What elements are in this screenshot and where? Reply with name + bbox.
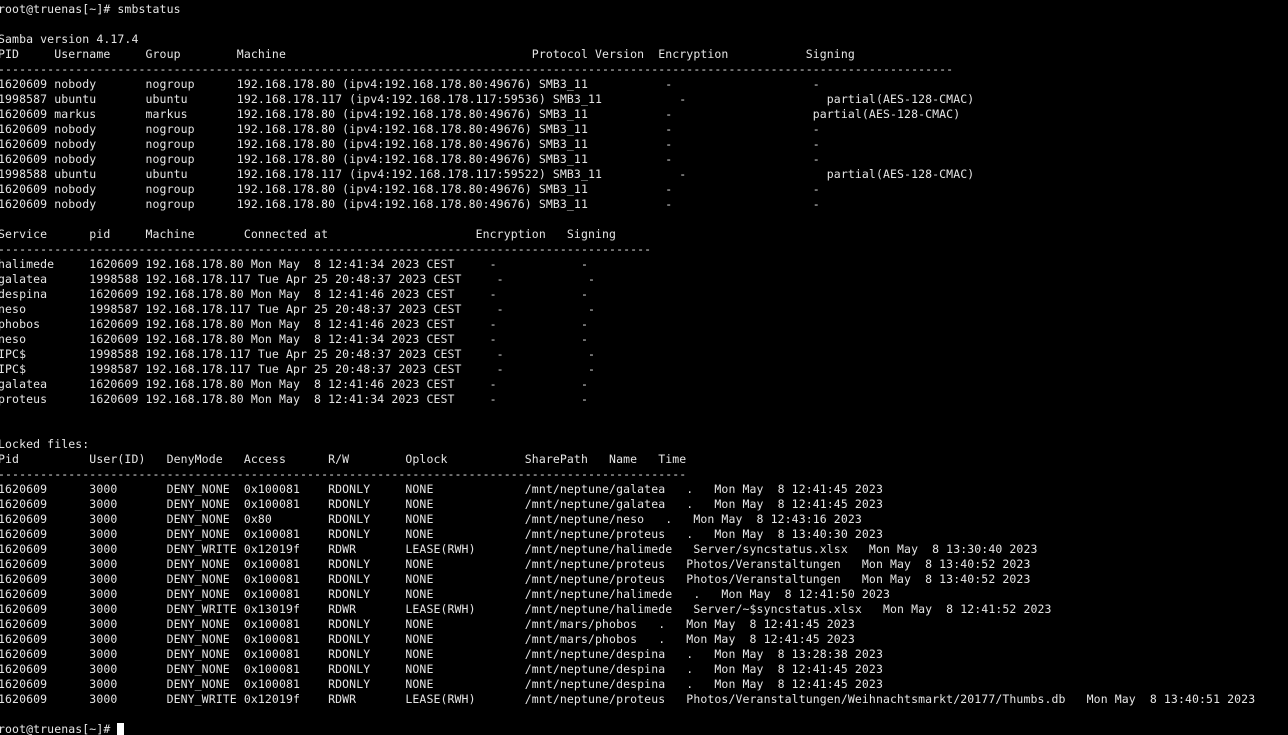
locked-file-row: 1620609 3000 DENY_NONE 0x100081 RDONLY N…: [0, 572, 1031, 586]
service-row: halimede 1620609 192.168.178.80 Mon May …: [0, 257, 588, 271]
session-row: 1620609 nobody nogroup 192.168.178.80 (i…: [0, 137, 820, 151]
session-row: 1620609 markus markus 192.168.178.80 (ip…: [0, 107, 961, 121]
session-row: 1620609 nobody nogroup 192.168.178.80 (i…: [0, 197, 820, 211]
locked-file-row: 1620609 3000 DENY_NONE 0x80 RDONLY NONE …: [0, 512, 862, 526]
service-row: IPC$ 1998587 192.168.178.117 Tue Apr 25 …: [0, 362, 596, 376]
terminal-window[interactable]: root@truenas[~]# smbstatus Samba version…: [0, 2, 1288, 735]
sessions-header: PID Username Group Machine Protocol Vers…: [0, 47, 855, 61]
locked-file-row: 1620609 3000 DENY_NONE 0x100081 RDONLY N…: [0, 497, 883, 511]
service-row: proteus 1620609 192.168.178.80 Mon May 8…: [0, 392, 588, 406]
locked-files-divider: ----------------------------------------…: [0, 467, 687, 481]
locked-file-row: 1620609 3000 DENY_NONE 0x100081 RDONLY N…: [0, 647, 883, 661]
locked-file-row: 1620609 3000 DENY_NONE 0x100081 RDONLY N…: [0, 632, 855, 646]
locked-file-row: 1620609 3000 DENY_WRITE 0x12019f RDWR LE…: [0, 692, 1256, 706]
locked-file-row: 1620609 3000 DENY_NONE 0x100081 RDONLY N…: [0, 587, 890, 601]
service-row: phobos 1620609 192.168.178.80 Mon May 8 …: [0, 317, 588, 331]
locked-file-row: 1620609 3000 DENY_NONE 0x100081 RDONLY N…: [0, 482, 883, 496]
session-row: 1620609 nobody nogroup 192.168.178.80 (i…: [0, 182, 820, 196]
locked-file-row: 1620609 3000 DENY_NONE 0x100081 RDONLY N…: [0, 677, 883, 691]
prompt-text: root@truenas[~]#: [0, 722, 118, 735]
service-row: neso 1998587 192.168.178.117 Tue Apr 25 …: [0, 302, 596, 316]
service-row: IPC$ 1998588 192.168.178.117 Tue Apr 25 …: [0, 347, 596, 361]
prompt-line[interactable]: root@truenas[~]#: [0, 722, 1288, 735]
session-row: 1998588 ubuntu ubuntu 192.168.178.117 (i…: [0, 167, 975, 181]
command-line: root@truenas[~]# smbstatus: [0, 2, 181, 16]
service-row: galatea 1998588 192.168.178.117 Tue Apr …: [0, 272, 596, 286]
locked-file-row: 1620609 3000 DENY_WRITE 0x12019f RDWR LE…: [0, 542, 1038, 556]
locked-file-row: 1620609 3000 DENY_NONE 0x100081 RDONLY N…: [0, 527, 883, 541]
sessions-divider: ----------------------------------------…: [0, 62, 954, 76]
locked-files-header: Pid User(ID) DenyMode Access R/W Oplock …: [0, 452, 687, 466]
session-row: 1620609 nobody nogroup 192.168.178.80 (i…: [0, 122, 820, 136]
service-row: galatea 1620609 192.168.178.80 Mon May 8…: [0, 377, 588, 391]
locked-file-row: 1620609 3000 DENY_NONE 0x100081 RDONLY N…: [0, 617, 855, 631]
service-row: neso 1620609 192.168.178.80 Mon May 8 12…: [0, 332, 588, 346]
services-divider: ----------------------------------------…: [0, 242, 652, 256]
locked-file-row: 1620609 3000 DENY_NONE 0x100081 RDONLY N…: [0, 662, 883, 676]
services-header: Service pid Machine Connected at Encrypt…: [0, 227, 617, 241]
locked-files-title: Locked files:: [0, 437, 90, 451]
session-row: 1620609 nobody nogroup 192.168.178.80 (i…: [0, 77, 820, 91]
locked-file-row: 1620609 3000 DENY_WRITE 0x13019f RDWR LE…: [0, 602, 1052, 616]
session-row: 1998587 ubuntu ubuntu 192.168.178.117 (i…: [0, 92, 975, 106]
service-row: despina 1620609 192.168.178.80 Mon May 8…: [0, 287, 588, 301]
locked-file-row: 1620609 3000 DENY_NONE 0x100081 RDONLY N…: [0, 557, 1031, 571]
cursor-icon: [117, 723, 125, 735]
samba-version: Samba version 4.17.4: [0, 32, 139, 46]
session-row: 1620609 nobody nogroup 192.168.178.80 (i…: [0, 152, 820, 166]
